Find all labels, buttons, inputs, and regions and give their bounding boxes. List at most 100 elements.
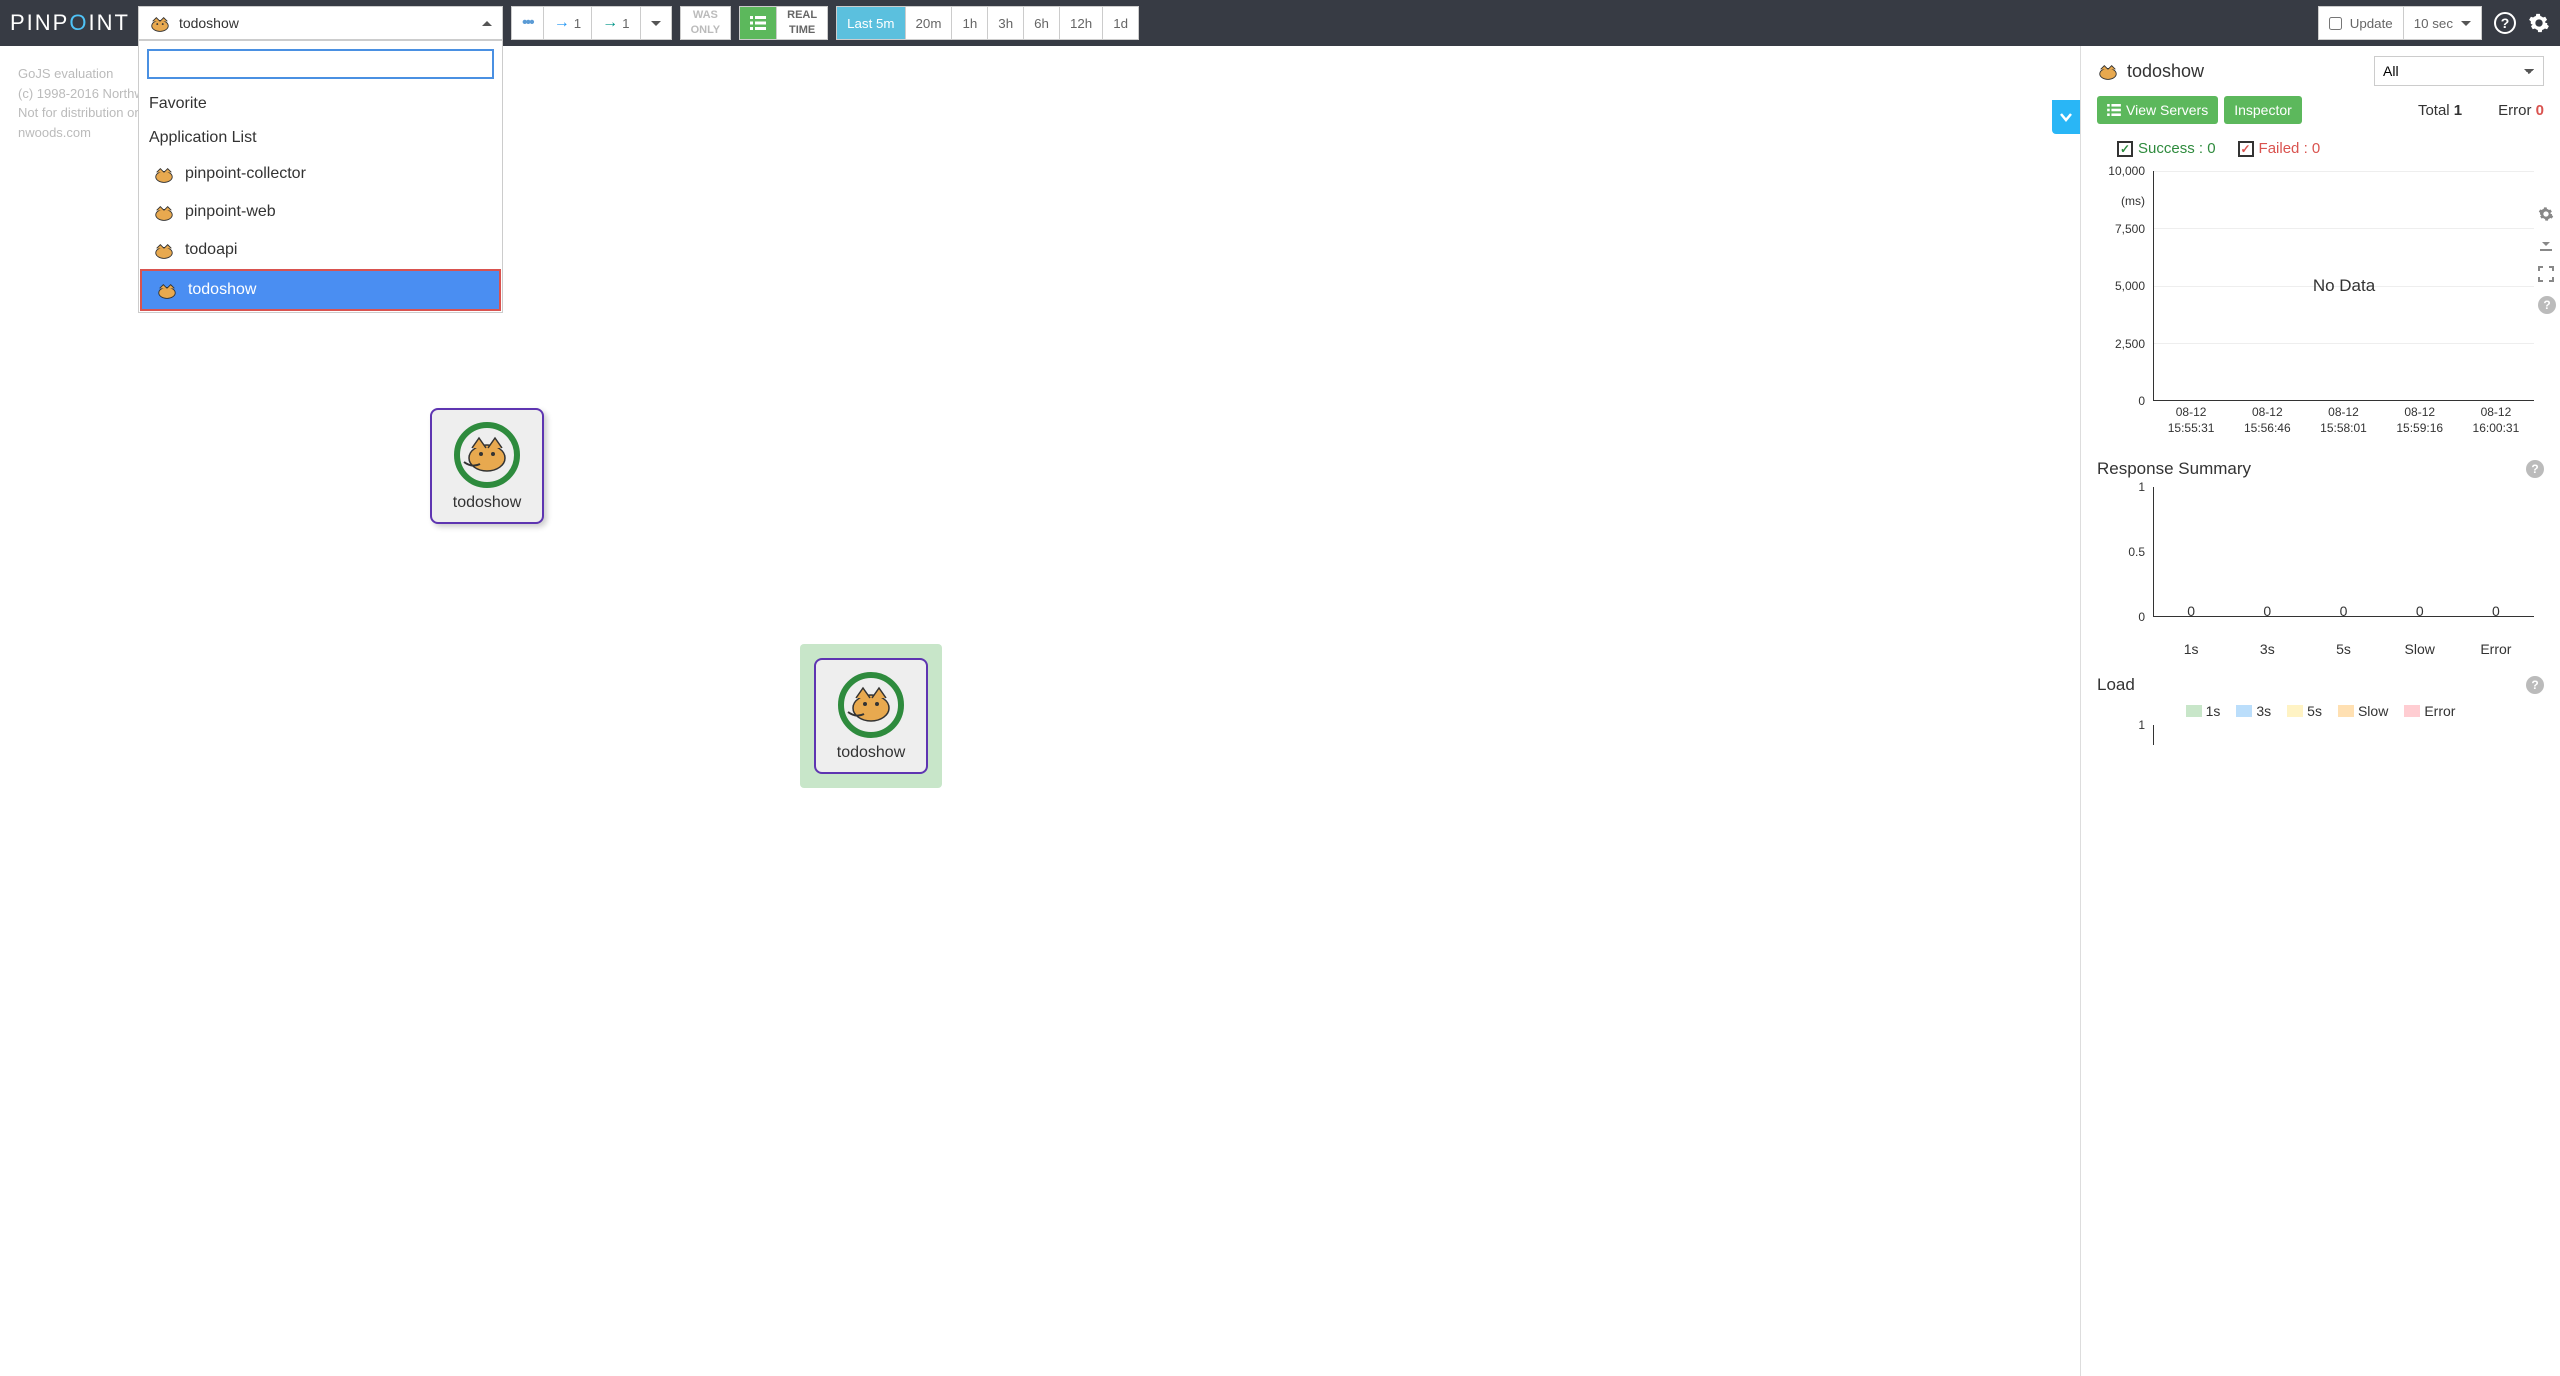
- bar-category: 1s: [2153, 641, 2229, 657]
- response-summary-heading: Response Summary ?: [2097, 459, 2544, 479]
- view-servers-button[interactable]: View Servers: [2097, 96, 2218, 124]
- y-tick: 10,000: [2097, 164, 2145, 178]
- help-icon[interactable]: ?: [2526, 676, 2544, 694]
- help-icon[interactable]: ?: [2526, 460, 2544, 478]
- y-tick: 1: [2097, 718, 2145, 732]
- failed-checkbox[interactable]: ✓ Failed : 0: [2238, 140, 2321, 157]
- legend-item: 3s: [2236, 703, 2271, 719]
- load-legend: 1s 3s 5s Slow Error: [2097, 703, 2544, 719]
- app-item-label: pinpoint-collector: [185, 165, 306, 183]
- time-range-6h[interactable]: 6h: [1024, 7, 1060, 39]
- swatch-icon: [2236, 705, 2252, 717]
- arrow-right-icon: →: [554, 14, 570, 32]
- legend-item: Slow: [2338, 703, 2388, 719]
- was-only-button[interactable]: WAS ONLY: [681, 7, 731, 39]
- time-range-20m[interactable]: 20m: [906, 7, 953, 39]
- logo-dot: O: [69, 10, 88, 36]
- server-node-label: todoshow: [452, 494, 522, 512]
- time-range-1h[interactable]: 1h: [952, 7, 988, 39]
- inspector-button[interactable]: Inspector: [2224, 96, 2302, 124]
- load-heading: Load ?: [2097, 675, 2544, 695]
- swatch-icon: [2404, 705, 2420, 717]
- update-toggle[interactable]: Update: [2319, 7, 2404, 39]
- sidebar-actions: View Servers Inspector Total 1 Error 0: [2097, 96, 2544, 124]
- app-item-todoapi[interactable]: todoapi: [139, 231, 502, 269]
- bar-value: 0: [2305, 603, 2381, 619]
- application-search-wrap: [147, 49, 494, 79]
- update-interval-button[interactable]: 10 sec: [2404, 7, 2481, 39]
- app-item-pinpoint-web[interactable]: pinpoint-web: [139, 193, 502, 231]
- time-range-12h[interactable]: 12h: [1060, 7, 1103, 39]
- x-tick: 08-12: [2458, 405, 2534, 421]
- application-search-input[interactable]: [147, 49, 494, 79]
- application-list-heading: Application List: [139, 121, 502, 155]
- x-tick: 08-12: [2305, 405, 2381, 421]
- server-node-selected[interactable]: todoshow: [814, 658, 928, 774]
- bar-category: Error: [2458, 641, 2534, 657]
- bar-value: 0: [2229, 603, 2305, 619]
- app-item-todoshow[interactable]: todoshow: [140, 269, 501, 311]
- app-item-label: pinpoint-web: [185, 203, 276, 221]
- legend-item: Error: [2404, 703, 2455, 719]
- app-item-label: todoshow: [188, 281, 257, 299]
- server-node-label: todoshow: [836, 744, 906, 762]
- chevron-down-icon: [2059, 110, 2073, 124]
- tomcat-icon: [149, 14, 171, 32]
- update-checkbox[interactable]: [2329, 17, 2342, 30]
- bar-category: 5s: [2305, 641, 2381, 657]
- time-range-5m[interactable]: Last 5m: [837, 7, 905, 39]
- caret-up-icon: [482, 21, 492, 26]
- outbound-depth-button[interactable]: →1: [592, 7, 640, 39]
- x-tick: 08-12: [2153, 405, 2229, 421]
- bar-category: 3s: [2229, 641, 2305, 657]
- caret-down-icon: [2461, 21, 2471, 26]
- y-tick: 1: [2097, 480, 2145, 494]
- y-tick: 0: [2097, 610, 2145, 624]
- depth-config-button[interactable]: •••: [512, 7, 544, 39]
- was-text: WAS: [693, 10, 718, 21]
- server-node[interactable]: todoshow: [430, 408, 544, 524]
- error-value: 0: [2536, 102, 2544, 119]
- app-item-label: todoapi: [185, 241, 238, 259]
- list-view-button[interactable]: [740, 7, 777, 39]
- bar-value: 0: [2458, 603, 2534, 619]
- load-chart: 1: [2097, 725, 2544, 745]
- gear-icon[interactable]: [2528, 12, 2550, 34]
- y-tick: (ms): [2097, 194, 2145, 208]
- svg-text:?: ?: [2501, 15, 2510, 31]
- error-stat: Error 0: [2498, 102, 2544, 119]
- depth-group: ••• →1 →1: [511, 6, 672, 40]
- logo-text-pre: PINP: [10, 10, 69, 36]
- help-icon[interactable]: ?: [2494, 12, 2516, 34]
- legend-item: 1s: [2186, 703, 2221, 719]
- x-tick: 15:58:01: [2305, 421, 2381, 437]
- update-label: Update: [2350, 16, 2393, 31]
- tomcat-icon: [836, 670, 906, 740]
- detail-sidebar: todoshow All View Servers Inspector Tota…: [2080, 46, 2560, 1376]
- app-item-pinpoint-collector[interactable]: pinpoint-collector: [139, 155, 502, 193]
- y-tick: 0: [2097, 394, 2145, 408]
- list-icon: [750, 16, 766, 30]
- bar-value: 0: [2153, 603, 2229, 619]
- scatter-filter-row: ✓ Success : 0 ✓ Failed : 0: [2097, 136, 2544, 165]
- real-time-button[interactable]: REAL TIME: [777, 7, 827, 39]
- legend-label: Slow: [2358, 703, 2388, 719]
- real-text: REAL: [787, 10, 817, 21]
- time-range-1d[interactable]: 1d: [1103, 7, 1138, 39]
- x-tick: 15:56:46: [2229, 421, 2305, 437]
- scatter-chart: 10,000 (ms) 7,500 5,000 2,500 0 No Data …: [2097, 171, 2544, 441]
- tomcat-icon: [153, 241, 175, 259]
- x-tick: 08-12: [2229, 405, 2305, 421]
- x-tick: 15:55:31: [2153, 421, 2229, 437]
- tomcat-icon: [153, 165, 175, 183]
- success-checkbox[interactable]: ✓ Success : 0: [2117, 140, 2216, 157]
- swatch-icon: [2186, 705, 2202, 717]
- swatch-icon: [2338, 705, 2354, 717]
- depth-dropdown-button[interactable]: [641, 7, 671, 39]
- view-servers-label: View Servers: [2126, 102, 2208, 118]
- time-range-3h[interactable]: 3h: [988, 7, 1024, 39]
- application-selector-toggle[interactable]: todoshow: [138, 6, 503, 40]
- inbound-depth-button[interactable]: →1: [544, 7, 592, 39]
- server-filter-select[interactable]: All: [2374, 56, 2544, 86]
- sidebar-toggle[interactable]: [2052, 100, 2080, 134]
